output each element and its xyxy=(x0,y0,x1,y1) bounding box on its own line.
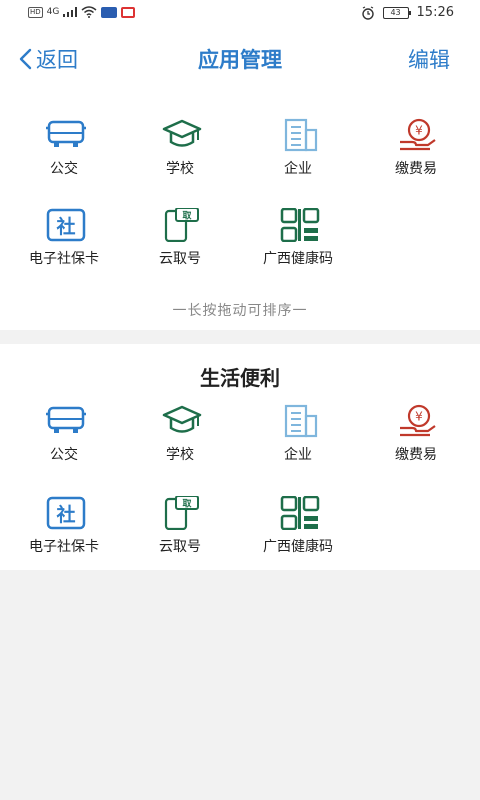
app-label: 广西健康码 xyxy=(263,251,333,267)
app-tile-school[interactable]: 学校 xyxy=(120,404,240,484)
qr-code-icon xyxy=(280,208,320,242)
social-security-card-icon: 社 xyxy=(46,496,86,530)
phone-ticket-icon: 取 xyxy=(164,208,199,242)
app-label: 电子社保卡 xyxy=(29,539,99,555)
app-label: 企业 xyxy=(284,447,312,463)
app-tile-cloud-ticket[interactable]: 取 云取号 xyxy=(120,208,240,288)
app-tile-school[interactable]: 学校 xyxy=(120,118,240,198)
app-notification-icon xyxy=(101,6,118,18)
drag-sort-hint: 一长按拖动可排序一 xyxy=(172,303,308,319)
qr-code-icon xyxy=(280,496,320,530)
bus-icon xyxy=(46,120,86,147)
my-apps-section: 公交 学校 企业 ¥ 缴费易 社 电子社保卡 取 云取号 广西健康码 一长按拖动… xyxy=(0,90,480,330)
app-tile-payment[interactable]: ¥ 缴费易 xyxy=(356,118,476,198)
app-label: 云取号 xyxy=(159,251,201,267)
app-label: 电子社保卡 xyxy=(29,251,99,267)
hd-badge: HD xyxy=(28,6,43,18)
graduation-cap-icon xyxy=(162,405,202,433)
app-tile-payment[interactable]: ¥ 缴费易 xyxy=(356,404,476,484)
app-label: 公交 xyxy=(50,447,78,463)
svg-text:社: 社 xyxy=(55,503,75,526)
app-label: 公交 xyxy=(50,161,78,177)
graduation-cap-icon xyxy=(162,119,202,147)
app-tile-bus[interactable]: 公交 xyxy=(4,118,124,198)
network-type: 4G xyxy=(46,7,60,17)
bus-icon xyxy=(46,406,86,433)
app-tile-cloud-ticket[interactable]: 取 云取号 xyxy=(120,496,240,576)
phone-ticket-icon: 取 xyxy=(164,496,199,530)
app-label: 学校 xyxy=(166,161,194,177)
clock: 15:26 xyxy=(416,5,454,20)
section-title: 生活便利 xyxy=(200,366,280,390)
building-icon xyxy=(284,118,318,152)
message-notification-icon xyxy=(121,6,136,18)
app-tile-social-security[interactable]: 社 电子社保卡 xyxy=(4,496,124,576)
status-right: 43 15:26 xyxy=(361,5,454,20)
social-security-card-icon: 社 xyxy=(46,208,86,242)
signal-icon xyxy=(63,7,78,17)
app-label: 企业 xyxy=(284,161,312,177)
payment-hand-icon: ¥ xyxy=(400,404,436,437)
wifi-icon xyxy=(81,6,97,18)
life-convenience-section: 生活便利 公交 学校 企业 ¥ 缴费易 社 电子社保卡 取 云取号 广西健康码 xyxy=(0,344,480,570)
svg-text:¥: ¥ xyxy=(415,410,423,424)
app-label: 缴费易 xyxy=(395,447,437,463)
svg-text:社: 社 xyxy=(55,215,75,238)
app-tile-health-code[interactable]: 广西健康码 xyxy=(238,208,358,288)
app-label: 缴费易 xyxy=(395,161,437,177)
app-tile-enterprise[interactable]: 企业 xyxy=(238,118,358,198)
app-label: 云取号 xyxy=(159,539,201,555)
battery-icon: 43 xyxy=(382,6,411,19)
app-tile-enterprise[interactable]: 企业 xyxy=(238,404,358,484)
nav-bar: 返回 应用管理 编辑 xyxy=(0,28,480,90)
status-left: HD 4G xyxy=(28,6,136,18)
payment-hand-icon: ¥ xyxy=(400,118,436,151)
app-tile-bus[interactable]: 公交 xyxy=(4,404,124,484)
building-icon xyxy=(284,404,318,438)
status-bar: HD 4G 43 15:26 xyxy=(0,0,480,28)
svg-text:¥: ¥ xyxy=(415,124,423,138)
app-tile-social-security[interactable]: 社 电子社保卡 xyxy=(4,208,124,288)
app-label: 学校 xyxy=(166,447,194,463)
svg-text:取: 取 xyxy=(182,211,192,222)
edit-button[interactable]: 编辑 xyxy=(408,44,450,74)
alarm-icon xyxy=(361,5,374,20)
app-tile-health-code[interactable]: 广西健康码 xyxy=(238,496,358,576)
svg-text:取: 取 xyxy=(182,499,192,510)
app-label: 广西健康码 xyxy=(263,539,333,555)
